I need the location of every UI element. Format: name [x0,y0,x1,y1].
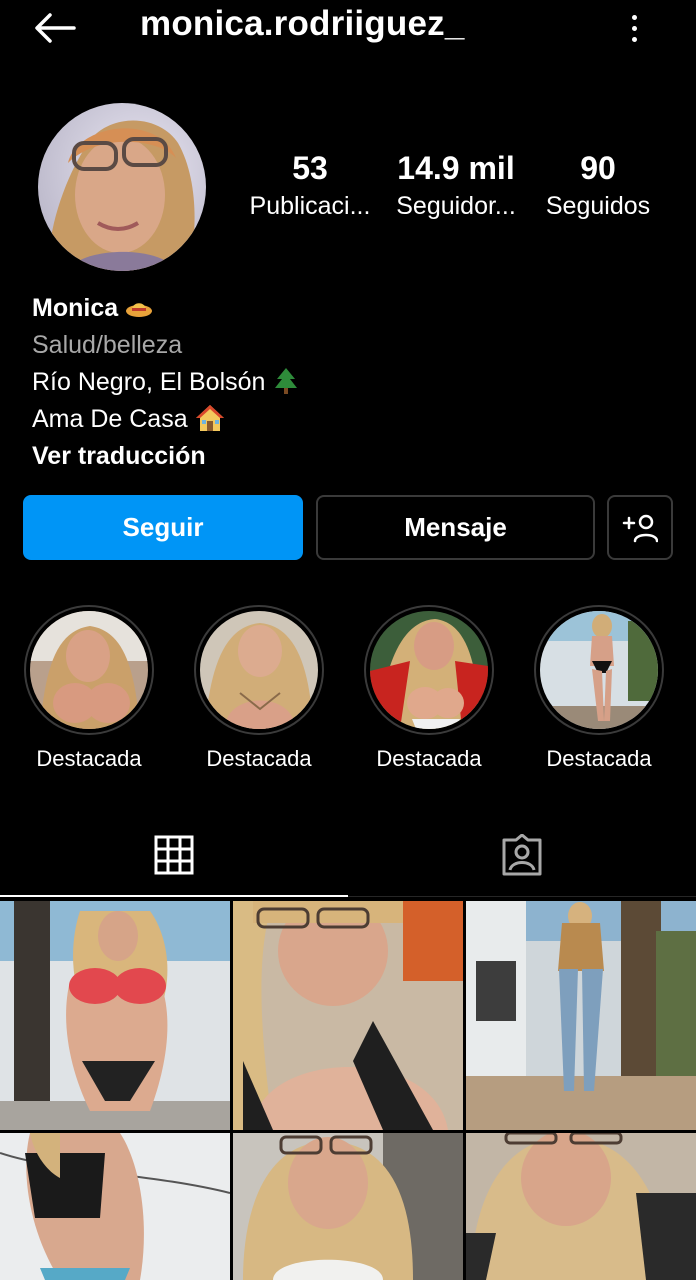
house-icon [195,405,224,431]
more-options-button[interactable] [618,8,650,48]
post-thumbnail[interactable] [0,901,230,1130]
following-value: 90 [580,150,616,186]
follow-button[interactable]: Seguir [23,495,303,560]
highlight-cover [30,611,148,729]
cowboy-hat-icon [126,303,153,317]
highlight-cover [200,611,318,729]
followers-value: 14.9 mil [397,150,515,186]
post-thumbnail[interactable] [233,1133,463,1280]
highlight-ring [24,605,154,735]
post-thumbnail[interactable] [466,901,696,1130]
evergreen-tree-icon [275,368,298,394]
story-highlight[interactable]: Destacada [532,605,666,773]
highlight-ring [534,605,664,735]
highlight-label: Destacada [206,746,312,771]
top-app-bar: monica.rodriiguez_ [0,0,696,56]
tab-divider [348,896,696,897]
story-highlight[interactable]: Destacada [192,605,326,773]
post-thumbnail[interactable] [233,901,463,1130]
post-thumbnail[interactable] [466,1133,696,1280]
highlight-label: Destacada [546,746,652,771]
add-user-icon [622,514,658,542]
post-thumbnail[interactable] [0,1133,230,1280]
profile-username: monica.rodriiguez_ [140,4,465,43]
following-label: Seguidos [545,192,651,220]
bio-occupation: Ama De Casa [32,405,188,433]
story-highlight[interactable]: Destacada [362,605,496,773]
followers-label: Seguidor... [396,192,516,220]
tab-posts-grid[interactable] [0,815,348,895]
profile-avatar[interactable] [38,103,206,271]
posts-label: Publicaci... [249,192,371,220]
active-tab-indicator [0,895,348,897]
back-button[interactable] [28,8,80,48]
arrow-left-icon [35,13,76,43]
profile-bio: Monica Salud/belleza Río Negro, El Bolsó… [32,290,300,475]
posts-value: 53 [292,150,328,186]
bio-location-line: Río Negro, El Bolsón [32,364,300,401]
see-translation-link[interactable]: Ver traducción [32,438,300,475]
more-vertical-icon [631,14,637,20]
tab-tagged[interactable] [348,815,696,895]
story-highlight[interactable]: Destacada [22,605,156,773]
following-count[interactable]: 90 Seguidos [536,148,660,222]
display-name: Monica [32,294,119,322]
highlight-ring [364,605,494,735]
posts-count[interactable]: 53 Publicaci... [244,148,376,222]
message-button[interactable]: Mensaje [316,495,595,560]
profile-tabs [0,815,696,897]
highlight-label: Destacada [36,746,142,771]
bio-name-line: Monica [32,290,300,327]
suggested-accounts-button[interactable] [607,495,673,560]
grid-icon [154,835,194,875]
tagged-user-icon [502,834,542,876]
highlight-label: Destacada [376,746,482,771]
highlight-cover [540,611,658,729]
bio-location: Río Negro, El Bolsón [32,368,266,396]
highlight-ring [194,605,324,735]
bio-occupation-line: Ama De Casa [32,401,300,438]
profile-category: Salud/belleza [32,331,183,359]
followers-count[interactable]: 14.9 mil Seguidor... [388,148,524,222]
highlight-cover [370,611,488,729]
